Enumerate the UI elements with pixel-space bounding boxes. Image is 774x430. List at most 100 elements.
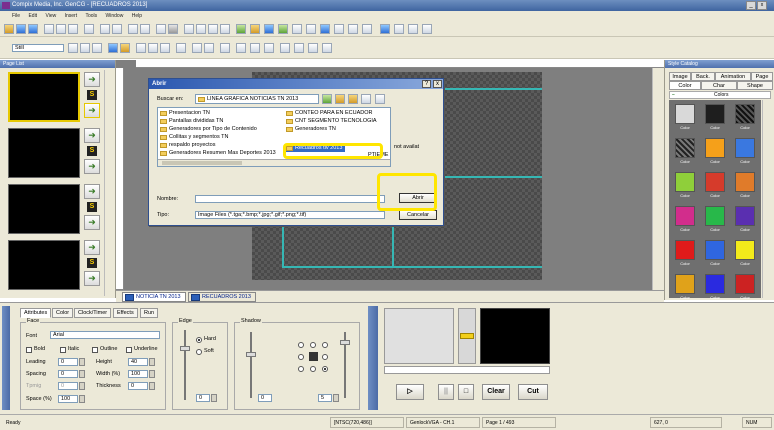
color-swatch[interactable] bbox=[675, 104, 695, 124]
close-dialog-button[interactable]: x bbox=[433, 80, 442, 88]
color-swatch[interactable] bbox=[675, 274, 695, 294]
new-folder-icon[interactable] bbox=[348, 94, 358, 104]
color-swatch[interactable] bbox=[705, 138, 725, 158]
tab-animation[interactable]: Animation bbox=[715, 72, 751, 81]
page-settings-icon[interactable] bbox=[168, 24, 178, 34]
menu-tools[interactable]: Tools bbox=[85, 13, 97, 19]
color-swatch[interactable] bbox=[735, 172, 755, 192]
tab-shape[interactable]: Shape bbox=[737, 81, 773, 90]
unlock-icon[interactable] bbox=[140, 24, 150, 34]
shadow-slider[interactable] bbox=[250, 332, 252, 398]
text-icon[interactable] bbox=[320, 24, 330, 34]
cut-button[interactable]: Cut bbox=[518, 384, 548, 400]
tab-noticia-tn-2013[interactable]: NOTICIA TN 2013 bbox=[122, 292, 186, 302]
folder-item[interactable]: Presentacion TN bbox=[160, 110, 210, 117]
menu-insert[interactable]: Insert bbox=[65, 13, 78, 19]
last-page-icon[interactable] bbox=[220, 24, 230, 34]
font-A-icon[interactable] bbox=[80, 43, 90, 53]
color-swatch[interactable] bbox=[705, 104, 725, 124]
table-icon[interactable] bbox=[292, 24, 302, 34]
next-page-icon[interactable] bbox=[208, 24, 218, 34]
paste-icon[interactable] bbox=[84, 24, 94, 34]
copy-icon[interactable] bbox=[68, 24, 78, 34]
soft-radio[interactable] bbox=[196, 349, 202, 355]
shadow-spinner[interactable] bbox=[333, 394, 339, 402]
distribute-icon[interactable] bbox=[362, 24, 372, 34]
arrange-icon[interactable] bbox=[322, 43, 332, 53]
shadow-dir-w[interactable] bbox=[298, 354, 304, 360]
folder-item[interactable]: Collitas y segmentos TN bbox=[160, 134, 229, 141]
bullets-icon[interactable] bbox=[220, 43, 230, 53]
edge-slider[interactable] bbox=[184, 330, 186, 400]
settings-icon[interactable] bbox=[422, 24, 432, 34]
close-window-button[interactable]: x bbox=[757, 1, 767, 10]
tab-color[interactable]: Color bbox=[669, 81, 701, 90]
clear-button[interactable]: Clear bbox=[482, 384, 510, 400]
page-thumbnail-2[interactable] bbox=[8, 128, 80, 178]
width-input[interactable]: 100 bbox=[128, 370, 148, 378]
page-icon[interactable] bbox=[156, 24, 166, 34]
color-swatch[interactable] bbox=[735, 138, 755, 158]
pause-marker-icon[interactable]: S bbox=[87, 202, 97, 212]
shadow-dir-sw[interactable] bbox=[298, 366, 304, 372]
first-page-icon[interactable] bbox=[184, 24, 194, 34]
green-arrow-icon[interactable]: ➜ bbox=[84, 215, 100, 230]
green-arrow-icon[interactable]: ➜ bbox=[84, 72, 100, 87]
justify-icon[interactable] bbox=[176, 43, 186, 53]
tab-image[interactable]: Image bbox=[669, 72, 691, 81]
scroll-thumb[interactable] bbox=[162, 161, 242, 165]
transition-thumb[interactable] bbox=[460, 333, 474, 339]
color-swatch[interactable] bbox=[735, 274, 755, 294]
lock-icon[interactable] bbox=[128, 24, 138, 34]
filetype-select[interactable]: Image Files (*.tga;*.bmp;*.jpg;*.gif;*.p… bbox=[195, 211, 385, 219]
green-arrow-icon[interactable]: ➜ bbox=[84, 271, 100, 286]
style-select[interactable]: Still bbox=[12, 44, 64, 52]
redo-icon[interactable] bbox=[112, 24, 122, 34]
folder-item[interactable]: Pantallas divididas TN bbox=[160, 118, 223, 125]
color-swatch[interactable] bbox=[675, 240, 695, 260]
effects-icon[interactable] bbox=[120, 43, 130, 53]
folder-icon[interactable] bbox=[250, 24, 260, 34]
menu-edit[interactable]: Edit bbox=[28, 13, 37, 19]
tab-color-attr[interactable]: Color bbox=[52, 308, 74, 318]
preview-icon[interactable] bbox=[375, 94, 385, 104]
image-icon[interactable] bbox=[264, 24, 274, 34]
shadow-dir-n[interactable] bbox=[310, 342, 316, 348]
collapse-icon[interactable]: − bbox=[672, 92, 675, 99]
play-icon[interactable] bbox=[380, 24, 390, 34]
graphic-icon[interactable] bbox=[278, 24, 288, 34]
width-spinner[interactable] bbox=[149, 370, 155, 378]
indent-icon[interactable] bbox=[192, 43, 202, 53]
tab-run[interactable]: Run bbox=[140, 308, 159, 318]
color-swatch[interactable] bbox=[705, 240, 725, 260]
page-thumbnail-3[interactable] bbox=[8, 184, 80, 234]
color-swatch[interactable] bbox=[735, 240, 755, 260]
cancelar-button[interactable]: Cancelar bbox=[399, 210, 437, 220]
layers-icon[interactable] bbox=[334, 24, 344, 34]
folder-item[interactable]: Generadores TN bbox=[286, 126, 336, 133]
color-swatch[interactable] bbox=[705, 274, 725, 294]
folder-item[interactable]: respaldo proyectos bbox=[160, 142, 215, 149]
green-arrow-icon[interactable]: ➜ bbox=[84, 240, 100, 255]
shadow-slider-thumb[interactable] bbox=[246, 352, 256, 357]
hard-radio[interactable] bbox=[196, 337, 202, 343]
green-arrow-icon[interactable]: ➜ bbox=[84, 159, 100, 174]
filename-input[interactable] bbox=[195, 195, 385, 203]
color-swatch[interactable] bbox=[675, 138, 695, 158]
tab-char[interactable]: Char bbox=[701, 81, 737, 90]
folder-item[interactable]: Generadores Resumen Mas Deportes 2013 bbox=[160, 150, 276, 157]
menu-file[interactable]: File bbox=[12, 13, 20, 19]
thickness-input[interactable]: 0 bbox=[128, 382, 148, 390]
edge-spinner[interactable] bbox=[211, 394, 217, 402]
shadow-dir-nw[interactable] bbox=[298, 342, 304, 348]
stop-button[interactable]: □ bbox=[458, 384, 474, 400]
tpmig-input[interactable]: 0 bbox=[58, 382, 78, 390]
prev-page-icon[interactable] bbox=[196, 24, 206, 34]
pause-marker-icon[interactable]: S bbox=[87, 146, 97, 156]
save-icon[interactable] bbox=[28, 24, 38, 34]
outline-checkbox[interactable] bbox=[92, 347, 98, 353]
stop-icon[interactable] bbox=[408, 24, 418, 34]
text-tool-icon[interactable] bbox=[68, 43, 78, 53]
menu-help[interactable]: Help bbox=[132, 13, 142, 19]
box-icon[interactable] bbox=[250, 43, 260, 53]
